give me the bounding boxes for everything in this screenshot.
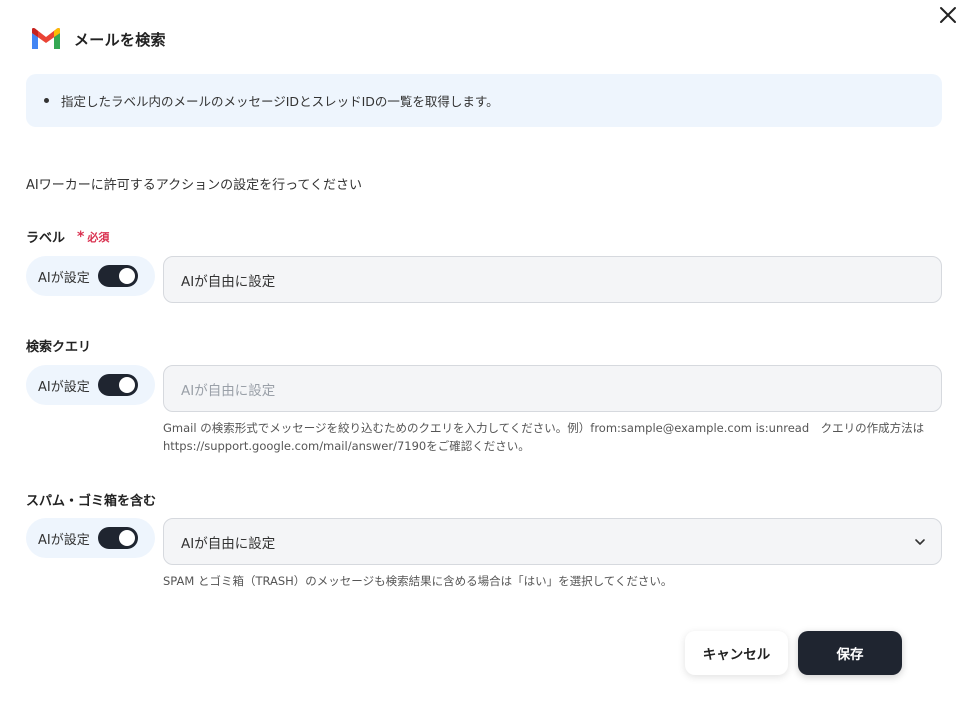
label-input-value: AIが自由に設定 <box>181 273 276 290</box>
spam-select[interactable]: AIが自由に設定 <box>163 518 942 565</box>
field-label: 検索クエリ <box>26 340 92 355</box>
help-line: https://support.google.com/mail/answer/7… <box>163 439 530 453</box>
ai-setting-toggle[interactable] <box>97 374 138 396</box>
bullet-icon <box>44 98 49 103</box>
help-line: SPAM とゴミ箱（TRASH）のメッセージも検索結果に含める場合は「はい」を選… <box>163 574 673 588</box>
ai-setting-toggle-group: AIが設定 <box>26 365 155 405</box>
dialog-header: メールを検索 <box>30 26 166 52</box>
ai-setting-label: AIが設定 <box>38 379 90 395</box>
gmail-logo-icon <box>32 28 60 49</box>
chevron-down-icon <box>915 538 925 545</box>
ai-setting-toggle-group: AIが設定 <box>26 256 155 296</box>
info-box: 指定したラベル内のメールのメッセージIDとスレッドIDの一覧を取得します。 <box>26 74 942 127</box>
search-mail-dialog: メールを検索 指定したラベル内のメールのメッセージIDとスレッドIDの一覧を取得… <box>0 0 970 702</box>
required-star-icon: * <box>77 228 85 245</box>
field-label: スパム・ゴミ箱を含む <box>26 494 157 509</box>
label-field-title: ラベル * 必須 <box>26 227 109 247</box>
save-button[interactable]: 保存 <box>798 631 902 675</box>
required-badge: * 必須 <box>77 229 109 245</box>
toggle-knob <box>118 530 135 546</box>
label-input[interactable]: AIが自由に設定 <box>163 256 942 303</box>
spam-field-title: スパム・ゴミ箱を含む <box>26 490 156 509</box>
query-help-text: Gmail の検索形式でメッセージを絞り込むためのクエリを入力してください。例）… <box>163 419 924 455</box>
required-text: 必須 <box>87 230 110 244</box>
ai-setting-label: AIが設定 <box>38 532 90 548</box>
ai-setting-toggle-group: AIが設定 <box>26 518 155 558</box>
intro-text: AIワーカーに許可するアクションの設定を行ってください <box>26 178 363 193</box>
info-text: 指定したラベル内のメールのメッセージIDとスレッドIDの一覧を取得します。 <box>61 94 499 109</box>
spam-select-value: AIが自由に設定 <box>181 535 276 552</box>
spam-help-text: SPAM とゴミ箱（TRASH）のメッセージも検索結果に含める場合は「はい」を選… <box>163 572 672 590</box>
ai-setting-toggle[interactable] <box>97 527 138 549</box>
ai-setting-label: AIが設定 <box>38 270 90 286</box>
help-line: Gmail の検索形式でメッセージを絞り込むためのクエリを入力してください。例）… <box>163 421 925 435</box>
query-input[interactable]: AIが自由に設定 <box>163 365 942 412</box>
query-field-title: 検索クエリ <box>26 336 91 355</box>
query-input-placeholder: AIが自由に設定 <box>181 382 276 399</box>
field-label: ラベル <box>26 231 66 246</box>
close-icon[interactable] <box>936 3 960 27</box>
toggle-knob <box>118 377 135 393</box>
toggle-knob <box>118 268 135 284</box>
cancel-button[interactable]: キャンセル <box>685 631 788 675</box>
ai-setting-toggle[interactable] <box>97 265 138 287</box>
dialog-title: メールを検索 <box>74 30 166 49</box>
